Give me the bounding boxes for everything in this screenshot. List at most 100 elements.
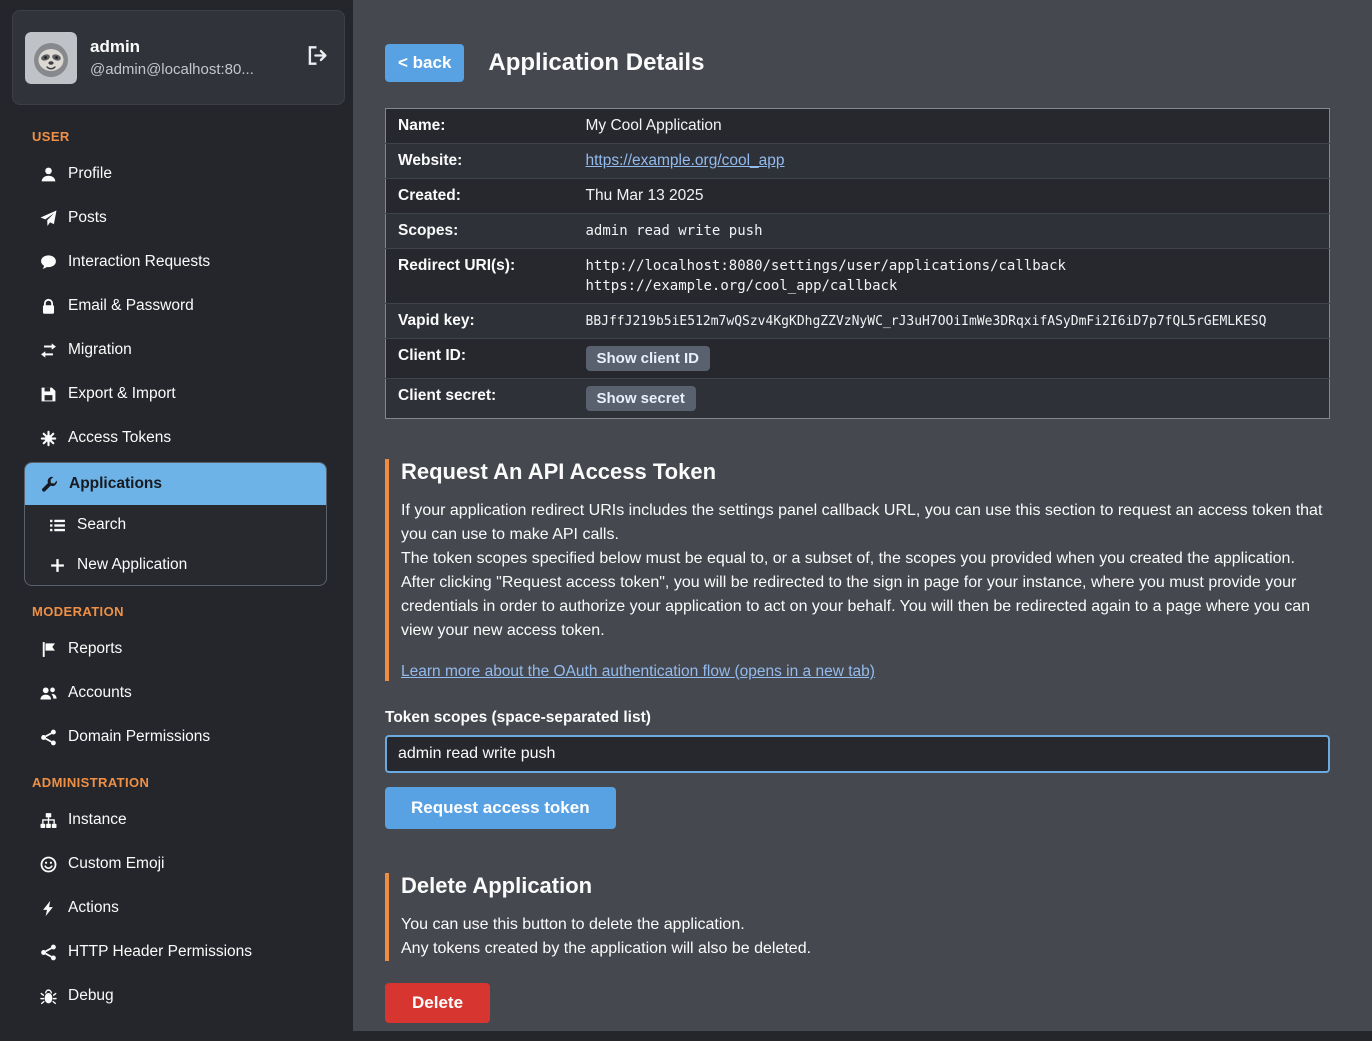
- sidebar-item-label: Email & Password: [68, 297, 194, 315]
- user-icon: [40, 166, 57, 183]
- sidebar-item-debug[interactable]: Debug: [10, 974, 345, 1018]
- redirect-uri-1: http://localhost:8080/settings/user/appl…: [586, 256, 1320, 276]
- sidebar-item-label: Access Tokens: [68, 429, 171, 447]
- table-row-name: Name: My Cool Application: [386, 109, 1330, 144]
- token-scopes-label: Token scopes (space-separated list): [385, 709, 1330, 727]
- show-client-id-button[interactable]: Show client ID: [586, 346, 711, 371]
- sitemap-icon: [40, 812, 57, 829]
- sidebar-item-instance[interactable]: Instance: [10, 798, 345, 842]
- sidebar-item-reports[interactable]: Reports: [10, 627, 345, 671]
- user-card[interactable]: admin @admin@localhost:80...: [12, 10, 345, 105]
- table-row-created: Created: Thu Mar 13 2025: [386, 179, 1330, 214]
- user-handle: @admin@localhost:80...: [90, 61, 294, 78]
- row-label: Client ID:: [386, 339, 576, 379]
- oauth-docs-link[interactable]: Learn more about the OAuth authenticatio…: [401, 663, 875, 681]
- exchange-icon: [40, 342, 57, 359]
- show-secret-button[interactable]: Show secret: [586, 386, 696, 411]
- sidebar-item-label: Accounts: [68, 684, 132, 702]
- page-title: Application Details: [488, 49, 704, 77]
- list-icon: [49, 517, 66, 534]
- table-row-website: Website: https://example.org/cool_app: [386, 144, 1330, 179]
- table-row-client-id: Client ID: Show client ID: [386, 339, 1330, 379]
- table-row-vapid-key: Vapid key: BBJffJ219b5iE512m7wQSzv4KgKDh…: [386, 304, 1330, 339]
- sidebar: admin @admin@localhost:80... USER Profil…: [0, 0, 353, 1041]
- main-content: < back Application Details Name: My Cool…: [353, 0, 1372, 1031]
- request-token-paragraph-1: If your application redirect URIs includ…: [401, 499, 1330, 547]
- row-label: Scopes:: [386, 214, 576, 249]
- request-token-paragraph-2: The token scopes specified below must be…: [401, 547, 1330, 571]
- sidebar-item-custom-emoji[interactable]: Custom Emoji: [10, 842, 345, 886]
- sidebar-item-label: Applications: [69, 475, 162, 493]
- table-row-client-secret: Client secret: Show secret: [386, 379, 1330, 419]
- row-label: Client secret:: [386, 379, 576, 419]
- sidebar-item-label: Interaction Requests: [68, 253, 210, 271]
- row-value: https://example.org/cool_app: [576, 144, 1330, 179]
- request-access-token-button[interactable]: Request access token: [385, 787, 616, 829]
- share-nodes-icon: [40, 729, 57, 746]
- sidebar-item-migration[interactable]: Migration: [10, 328, 345, 372]
- wrench-icon: [41, 476, 58, 493]
- sidebar-item-email-password[interactable]: Email & Password: [10, 284, 345, 328]
- delete-section-line-1: You can use this button to delete the ap…: [401, 913, 1330, 937]
- sidebar-item-applications-search[interactable]: Search: [25, 505, 326, 545]
- sloth-avatar: [25, 32, 77, 84]
- sign-out-icon[interactable]: [307, 45, 328, 71]
- bug-icon: [40, 988, 57, 1005]
- flag-icon: [40, 641, 57, 658]
- row-value: Show client ID: [576, 339, 1330, 379]
- row-label: Created:: [386, 179, 576, 214]
- sidebar-item-actions[interactable]: Actions: [10, 886, 345, 930]
- token-scopes-input[interactable]: [385, 735, 1330, 773]
- page-header: < back Application Details: [385, 44, 1330, 82]
- back-button[interactable]: < back: [385, 44, 464, 82]
- sidebar-item-label: Export & Import: [68, 385, 176, 403]
- table-row-redirect-uris: Redirect URI(s): http://localhost:8080/s…: [386, 249, 1330, 304]
- sidebar-item-domain-permissions[interactable]: Domain Permissions: [10, 715, 345, 759]
- sidebar-item-label: Reports: [68, 640, 122, 658]
- delete-section-title: Delete Application: [401, 873, 1330, 899]
- request-token-section: Request An API Access Token If your appl…: [385, 459, 1330, 681]
- sidebar-item-label: HTTP Header Permissions: [68, 943, 252, 961]
- sidebar-item-label: Domain Permissions: [68, 728, 210, 746]
- applications-submenu: Search New Application: [25, 505, 326, 585]
- row-value: Thu Mar 13 2025: [576, 179, 1330, 214]
- sidebar-item-label: Instance: [68, 811, 127, 829]
- table-row-scopes: Scopes: admin read write push: [386, 214, 1330, 249]
- sidebar-item-label: Debug: [68, 987, 114, 1005]
- sidebar-item-export-import[interactable]: Export & Import: [10, 372, 345, 416]
- certificate-icon: [40, 430, 57, 447]
- paper-plane-icon: [40, 210, 57, 227]
- sidebar-item-new-application[interactable]: New Application: [25, 545, 326, 585]
- share-nodes-icon: [40, 944, 57, 961]
- sidebar-item-posts[interactable]: Posts: [10, 196, 345, 240]
- request-token-title: Request An API Access Token: [401, 459, 1330, 485]
- avatar: [25, 32, 77, 84]
- sidebar-item-label: Actions: [68, 899, 119, 917]
- row-label: Vapid key:: [386, 304, 576, 339]
- lock-icon: [40, 298, 57, 315]
- sidebar-item-interaction-requests[interactable]: Interaction Requests: [10, 240, 345, 284]
- delete-button[interactable]: Delete: [385, 983, 490, 1023]
- nav-section-header-user: USER: [10, 113, 345, 152]
- sidebar-item-profile[interactable]: Profile: [10, 152, 345, 196]
- delete-section: Delete Application You can use this butt…: [385, 873, 1330, 961]
- nav-section-header-administration: ADMINISTRATION: [10, 759, 345, 798]
- row-value: BBJffJ219b5iE512m7wQSzv4KgKDhgZZVzNyWC_r…: [576, 304, 1330, 339]
- sidebar-item-applications[interactable]: Applications: [25, 463, 326, 505]
- sidebar-item-label: Search: [77, 516, 126, 534]
- sidebar-item-label: New Application: [77, 556, 187, 574]
- user-name: admin: [90, 37, 294, 57]
- sidebar-item-http-header-permissions[interactable]: HTTP Header Permissions: [10, 930, 345, 974]
- request-token-paragraph-3: After clicking "Request access token", y…: [401, 571, 1330, 643]
- bolt-icon: [40, 900, 57, 917]
- sidebar-item-label: Custom Emoji: [68, 855, 164, 873]
- floppy-icon: [40, 386, 57, 403]
- website-link[interactable]: https://example.org/cool_app: [586, 152, 785, 169]
- delete-section-line-2: Any tokens created by the application wi…: [401, 937, 1330, 961]
- row-label: Website:: [386, 144, 576, 179]
- sidebar-nav: USER Profile Posts Interaction Requests …: [10, 113, 345, 1018]
- plus-icon: [49, 557, 66, 574]
- sidebar-item-access-tokens[interactable]: Access Tokens: [10, 416, 345, 460]
- row-value: Show secret: [576, 379, 1330, 419]
- sidebar-item-accounts[interactable]: Accounts: [10, 671, 345, 715]
